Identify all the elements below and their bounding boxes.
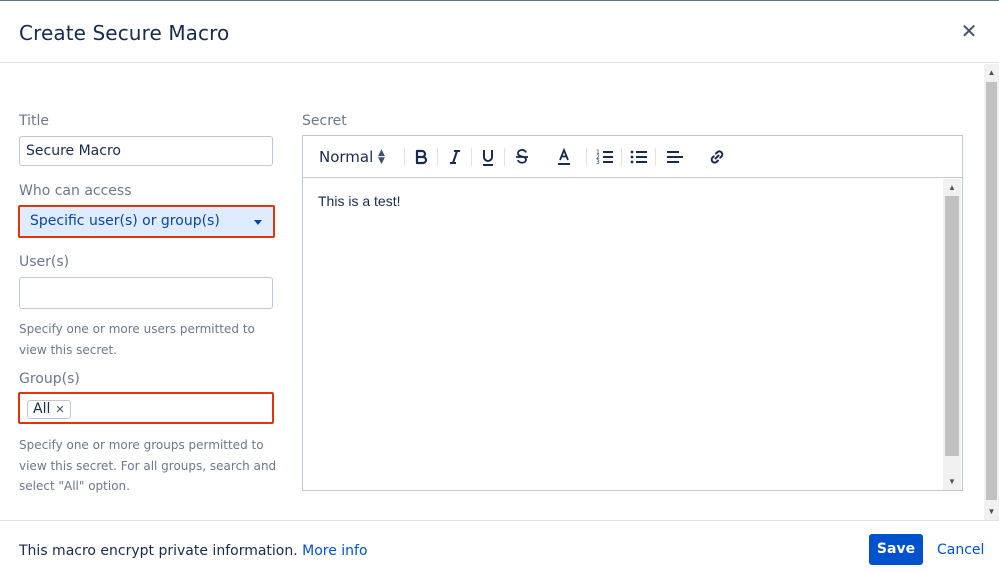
toolbar-divider — [504, 148, 505, 166]
editor-toolbar: Normal ▲ ▼ 123 — [303, 136, 962, 178]
editor-content[interactable]: This is a test! — [318, 193, 400, 209]
chevron-down-icon — [254, 220, 262, 225]
group-chip-label: All — [33, 401, 51, 417]
close-icon[interactable]: ✕ — [958, 21, 980, 43]
dialog-scrollbar-thumb[interactable] — [986, 82, 997, 500]
italic-icon[interactable] — [445, 147, 465, 167]
bullet-list-icon[interactable] — [629, 147, 649, 167]
toolbar-divider — [655, 148, 656, 166]
users-label: User(s) — [19, 254, 70, 270]
text-color-icon[interactable] — [554, 147, 574, 167]
sort-arrows-icon: ▲ ▼ — [378, 148, 385, 166]
title-input[interactable]: Secure Macro — [19, 136, 273, 166]
editor-scrollbar[interactable]: ▲ ▼ — [943, 179, 961, 490]
access-select-value: Specific user(s) or group(s) — [30, 213, 220, 229]
remove-chip-icon[interactable]: ✕ — [55, 401, 64, 418]
access-select[interactable]: Specific user(s) or group(s) — [18, 205, 275, 238]
users-input[interactable] — [19, 277, 273, 309]
format-select[interactable]: Normal ▲ ▼ — [319, 147, 391, 167]
save-button[interactable]: Save — [869, 534, 923, 565]
toolbar-divider — [621, 148, 622, 166]
more-info-link[interactable]: More info — [302, 543, 367, 559]
bold-icon[interactable] — [411, 147, 431, 167]
access-label: Who can access — [19, 183, 132, 199]
secret-label: Secret — [302, 113, 347, 129]
toolbar-divider — [404, 148, 405, 166]
group-chip: All ✕ — [27, 400, 71, 419]
title-label: Title — [19, 113, 50, 129]
toolbar-divider — [437, 148, 438, 166]
underline-icon[interactable] — [478, 147, 498, 167]
dialog-title: Create Secure Macro — [19, 21, 230, 45]
scroll-down-icon[interactable]: ▼ — [984, 503, 999, 520]
cancel-button[interactable]: Cancel — [937, 542, 984, 558]
editor-scrollbar-thumb[interactable] — [945, 196, 959, 456]
dialog-scrollbar[interactable]: ▲ ▼ — [984, 64, 999, 520]
link-icon[interactable] — [707, 147, 727, 167]
scroll-up-icon[interactable]: ▲ — [984, 64, 999, 81]
secret-editor: Normal ▲ ▼ 123 This is a test! — [302, 135, 963, 491]
scroll-up-icon[interactable]: ▲ — [943, 179, 961, 196]
groups-label: Group(s) — [19, 371, 80, 387]
groups-input[interactable]: All ✕ — [18, 392, 274, 424]
svg-text:3: 3 — [596, 159, 600, 166]
users-help-text: Specify one or more users permitted to v… — [19, 322, 255, 357]
format-select-value: Normal — [319, 148, 374, 166]
footer-info: This macro encrypt private information. … — [19, 543, 368, 559]
dialog-header: Create Secure Macro ✕ — [0, 1, 999, 63]
ordered-list-icon[interactable]: 123 — [595, 147, 615, 167]
dialog-footer: This macro encrypt private information. … — [0, 520, 999, 573]
groups-help-text: Specify one or more groups permitted to … — [19, 438, 277, 493]
scroll-down-icon[interactable]: ▼ — [943, 473, 961, 490]
strikethrough-icon[interactable] — [512, 147, 532, 167]
footer-info-text: This macro encrypt private information. — [19, 543, 298, 559]
toolbar-divider — [471, 148, 472, 166]
toolbar-divider — [586, 148, 587, 166]
align-icon[interactable] — [665, 147, 685, 167]
